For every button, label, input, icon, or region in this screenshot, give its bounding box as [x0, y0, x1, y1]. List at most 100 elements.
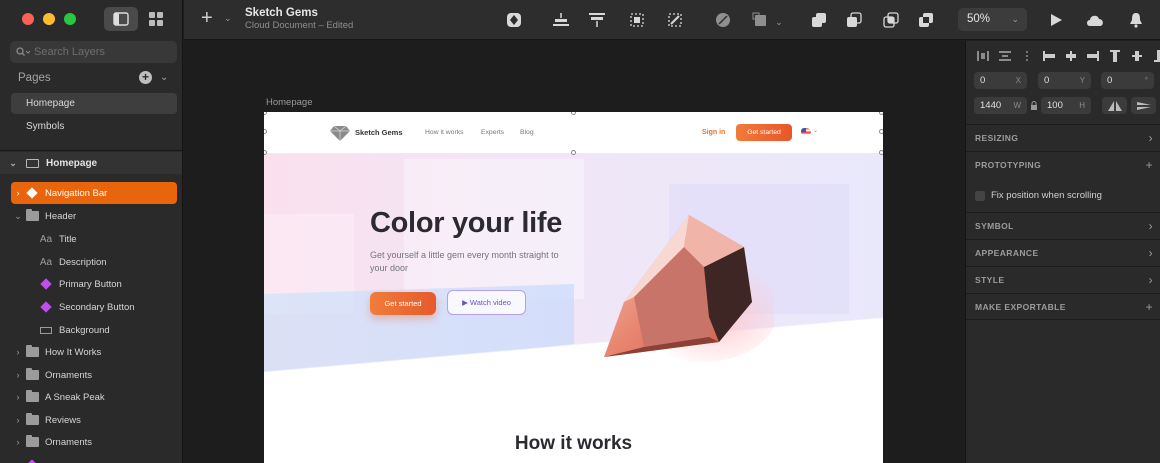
align-right-icon[interactable] [1084, 49, 1101, 63]
selection-handle[interactable] [571, 150, 576, 155]
subtract-button[interactable] [844, 10, 864, 30]
fix-position-checkbox[interactable] [975, 190, 985, 201]
chevron-right-icon[interactable]: › [1149, 213, 1153, 240]
resize-chevron-icon[interactable]: ⌄ [769, 12, 789, 32]
page-item-homepage[interactable]: Homepage [11, 93, 177, 114]
resizing-section[interactable]: RESIZING › [966, 124, 1160, 151]
close-window-button[interactable] [22, 13, 34, 25]
distribute-vertical-icon[interactable] [996, 49, 1013, 63]
appearance-section[interactable]: APPEARANCE › [966, 239, 1160, 266]
zoom-select[interactable]: 50% ⌄ [958, 8, 1027, 31]
chevron-right-icon[interactable]: › [11, 370, 25, 380]
chevron-right-icon[interactable]: › [11, 347, 25, 357]
nav-link-experts[interactable]: Experts [481, 129, 504, 136]
difference-button[interactable] [916, 10, 936, 30]
layer-navigation-bar[interactable]: › Navigation Bar [11, 182, 177, 204]
align-vertical-center-icon[interactable] [1128, 49, 1145, 63]
align-bottom-icon[interactable] [1150, 49, 1160, 63]
style-section[interactable]: STYLE › [966, 266, 1160, 293]
us-flag-icon[interactable] [801, 128, 811, 136]
symbol-diamond-icon [26, 187, 38, 199]
selection-handle[interactable] [879, 150, 883, 155]
layer-title[interactable]: Aa Title [0, 228, 182, 250]
collapse-pages-chevron-icon[interactable]: ⌄ [160, 72, 168, 83]
scale-button[interactable] [627, 10, 647, 30]
cloud-button[interactable] [1085, 10, 1105, 30]
flip-vertical-button[interactable] [1131, 97, 1156, 114]
layer-header[interactable]: ⌄ Header [0, 205, 182, 227]
notifications-button[interactable] [1126, 10, 1146, 30]
prototyping-section[interactable]: PROTOTYPING + [966, 151, 1160, 178]
chevron-right-icon[interactable]: › [11, 188, 25, 198]
layer-how-it-works[interactable]: › How It Works [0, 341, 182, 363]
nav-link-how-it-works[interactable]: How it works [425, 129, 464, 136]
width-field[interactable]: 1440 W [974, 97, 1027, 114]
layer-ornaments-2[interactable]: › Ornaments [0, 431, 182, 453]
minimize-window-button[interactable] [43, 13, 55, 25]
add-icon[interactable]: + [1146, 294, 1153, 321]
align-bottom-button[interactable] [551, 10, 571, 30]
add-icon[interactable]: + [1146, 152, 1153, 179]
height-field[interactable]: 100 H [1041, 97, 1091, 114]
union-button[interactable] [809, 10, 829, 30]
fix-position-option[interactable]: Fix position when scrolling [975, 190, 1102, 201]
selection-handle[interactable] [879, 129, 883, 134]
chevron-right-icon[interactable]: › [11, 392, 25, 402]
align-top-icon[interactable] [1106, 49, 1123, 63]
sign-in-link[interactable]: Sign in [702, 129, 725, 136]
tidy-icon[interactable] [1018, 49, 1035, 63]
flip-horizontal-button[interactable] [1102, 97, 1127, 114]
chevron-right-icon[interactable]: › [1149, 267, 1153, 294]
insert-chevron-icon[interactable]: ⌄ [224, 13, 232, 24]
lock-icon[interactable] [1030, 101, 1038, 111]
chevron-right-icon[interactable]: › [11, 437, 25, 447]
artboard-label[interactable]: Homepage [266, 97, 312, 108]
mask-button[interactable] [713, 10, 733, 30]
layer-partial[interactable]: › [0, 454, 182, 463]
align-horizontal-center-icon[interactable] [1062, 49, 1079, 63]
selection-handle[interactable] [879, 112, 883, 115]
navigation-bar[interactable]: Sketch Gems How it works Experts Blog Si… [264, 112, 883, 154]
add-page-button[interactable]: + [139, 71, 152, 84]
distribute-horizontal-icon[interactable] [974, 49, 991, 63]
canvas[interactable]: Homepage Sketch Gems How it works Expert… [184, 41, 965, 463]
intersect-button[interactable] [881, 10, 901, 30]
resize-button[interactable] [750, 10, 770, 30]
layer-a-sneak-peak[interactable]: › A Sneak Peak [0, 386, 182, 408]
chevron-down-icon[interactable]: ⌄ [0, 158, 26, 169]
chevron-right-icon[interactable]: › [1149, 125, 1153, 152]
align-left-icon[interactable] [1040, 49, 1057, 63]
y-position-field[interactable]: 0 Y [1038, 72, 1091, 89]
zoom-window-button[interactable] [64, 13, 76, 25]
x-position-field[interactable]: 0 X [974, 72, 1027, 89]
search-layers-input[interactable]: Search Layers [10, 41, 177, 63]
components-view-button[interactable] [140, 7, 170, 31]
nav-get-started-button[interactable]: Get started [736, 124, 792, 141]
layer-background[interactable]: Background [0, 319, 182, 341]
language-chevron-icon[interactable]: ⌄ [813, 127, 818, 134]
layer-description[interactable]: Aa Description [0, 251, 182, 273]
symbol-icon [507, 13, 521, 27]
page-item-symbols[interactable]: Symbols [11, 116, 177, 137]
nav-link-blog[interactable]: Blog [520, 129, 534, 136]
layers-view-button[interactable] [104, 7, 138, 31]
primary-button[interactable]: Get started [370, 292, 436, 315]
preview-button[interactable] [1046, 10, 1066, 30]
make-exportable-section[interactable]: MAKE EXPORTABLE + [966, 293, 1160, 320]
insert-plus-icon[interactable]: + [201, 8, 213, 28]
secondary-button[interactable]: ▶ Watch video [447, 290, 526, 315]
flatten-button[interactable] [665, 10, 685, 30]
artboard-layer-homepage[interactable]: ⌄ Homepage [0, 152, 182, 174]
layer-primary-button[interactable]: Primary Button [0, 273, 182, 295]
layer-secondary-button[interactable]: Secondary Button [0, 296, 182, 318]
chevron-right-icon[interactable]: › [1149, 240, 1153, 267]
layer-ornaments[interactable]: › Ornaments [0, 364, 182, 386]
symbol-section[interactable]: SYMBOL › [966, 212, 1160, 239]
create-symbol-button[interactable] [504, 10, 524, 30]
chevron-down-icon[interactable]: ⌄ [11, 211, 25, 222]
layer-reviews[interactable]: › Reviews [0, 409, 182, 431]
chevron-right-icon[interactable]: › [11, 415, 25, 425]
align-top-button[interactable] [587, 10, 607, 30]
rotation-field[interactable]: 0 ° [1101, 72, 1154, 89]
artboard-homepage[interactable]: Sketch Gems How it works Experts Blog Si… [264, 112, 883, 463]
